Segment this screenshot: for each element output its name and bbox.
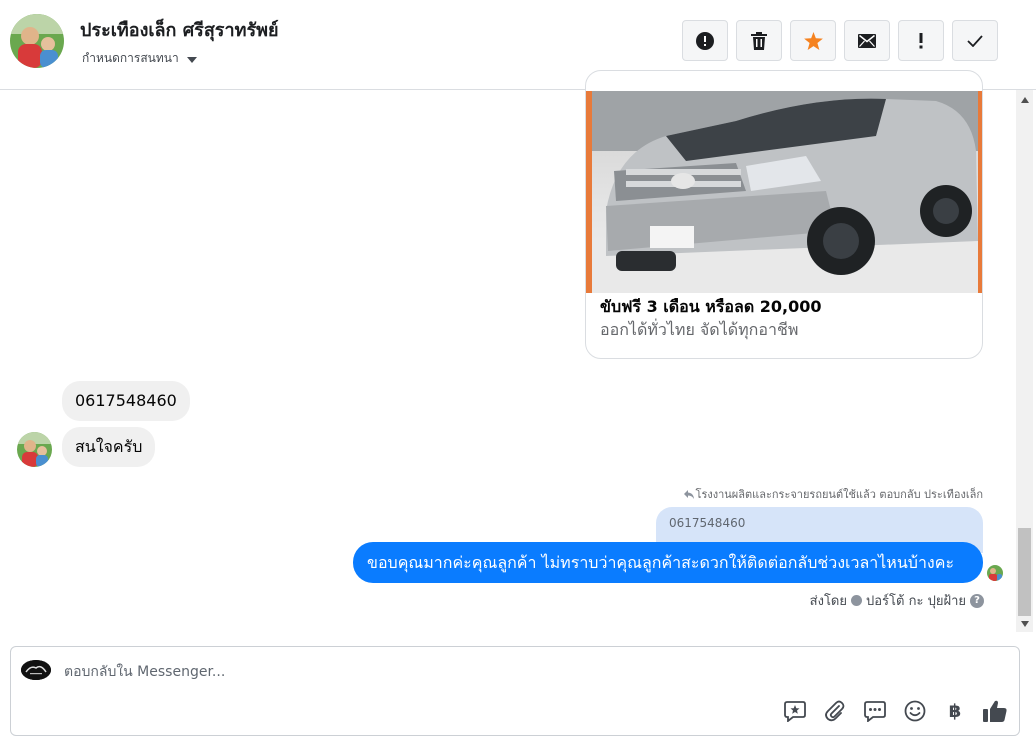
incoming-message[interactable]: สนใจครับ	[62, 427, 156, 467]
message-scrollbar[interactable]	[1016, 90, 1033, 632]
trash-icon	[751, 31, 767, 50]
attach-file-button[interactable]	[823, 699, 847, 723]
ad-car-image	[586, 91, 982, 293]
contact-avatar[interactable]	[10, 14, 64, 68]
baht-icon: ฿	[948, 700, 962, 722]
scroll-down-icon[interactable]	[1021, 621, 1029, 627]
mark-done-button[interactable]	[952, 20, 998, 61]
incoming-message[interactable]: 0617548460	[62, 381, 190, 421]
assign-conversation-dropdown[interactable]: กำหนดการสนทนา	[82, 49, 197, 68]
reply-context-text: โรงงานผลิตและกระจายรถยนต์ใช้แล้ว ตอบกลับ…	[695, 488, 983, 501]
like-button[interactable]	[983, 699, 1007, 723]
saved-reply-icon	[784, 701, 806, 722]
contact-avatar-small	[17, 432, 52, 467]
contact-name[interactable]: ประเทืองเล็ก ศรีสุราทรัพย์	[80, 15, 279, 44]
quick-reply-button[interactable]	[863, 699, 887, 723]
page-logo-avatar	[21, 660, 51, 680]
read-receipt-avatar	[987, 565, 1003, 581]
ad-title: ขับฟรี 3 เดือน หรือลด 20,000	[600, 297, 822, 316]
reply-composer: ฿	[10, 646, 1020, 736]
help-icon[interactable]: ?	[970, 593, 984, 608]
sent-by-row: ส่งโดย ปอร์โต้ กะ ปุยฝ้าย ?	[810, 590, 984, 611]
star-button[interactable]	[790, 20, 836, 61]
ad-card[interactable]: ขับฟรี 3 เดือน หรือลด 20,000 ออกได้ทั่วไ…	[585, 70, 983, 359]
emoji-button[interactable]	[903, 699, 927, 723]
report-button[interactable]	[682, 20, 728, 61]
ad-subtitle: ออกได้ทั่วไทย จัดได้ทุกอาชีพ	[600, 320, 799, 339]
scroll-up-icon[interactable]	[1021, 97, 1029, 103]
paperclip-icon	[825, 700, 845, 722]
mark-unread-button[interactable]	[844, 20, 890, 61]
envelope-icon	[858, 33, 876, 48]
payment-button[interactable]: ฿	[943, 699, 967, 723]
verified-check-icon	[851, 595, 862, 606]
emoji-icon	[904, 700, 926, 722]
checkmark-icon	[967, 34, 983, 47]
caret-down-icon	[186, 56, 197, 63]
conversation-toolbar	[682, 20, 998, 61]
message-input[interactable]	[64, 661, 764, 683]
reply-context: โรงงานผลิตและกระจายรถยนต์ใช้แล้ว ตอบกลับ…	[683, 485, 983, 503]
star-icon	[803, 31, 823, 50]
sent-by-label: ส่งโดย	[809, 594, 847, 609]
composer-toolbar: ฿	[783, 699, 1007, 723]
assign-conversation-label: กำหนดการสนทนา	[82, 51, 179, 65]
chat-bubble-icon	[864, 701, 886, 722]
delete-button[interactable]	[736, 20, 782, 61]
exclamation-icon	[919, 32, 923, 48]
alert-circle-icon	[696, 31, 714, 50]
thumbs-up-icon	[983, 700, 1007, 722]
scroll-thumb[interactable]	[1018, 528, 1031, 616]
reply-arrow-icon	[683, 489, 694, 499]
outgoing-message[interactable]: ขอบคุณมากค่ะคุณลูกค้า ไม่ทราบว่าคุณลูกค้…	[353, 542, 983, 583]
saved-replies-button[interactable]	[783, 699, 807, 723]
sent-by-name: ปอร์โต้ กะ ปุยฝ้าย	[866, 594, 966, 609]
spam-button[interactable]	[898, 20, 944, 61]
